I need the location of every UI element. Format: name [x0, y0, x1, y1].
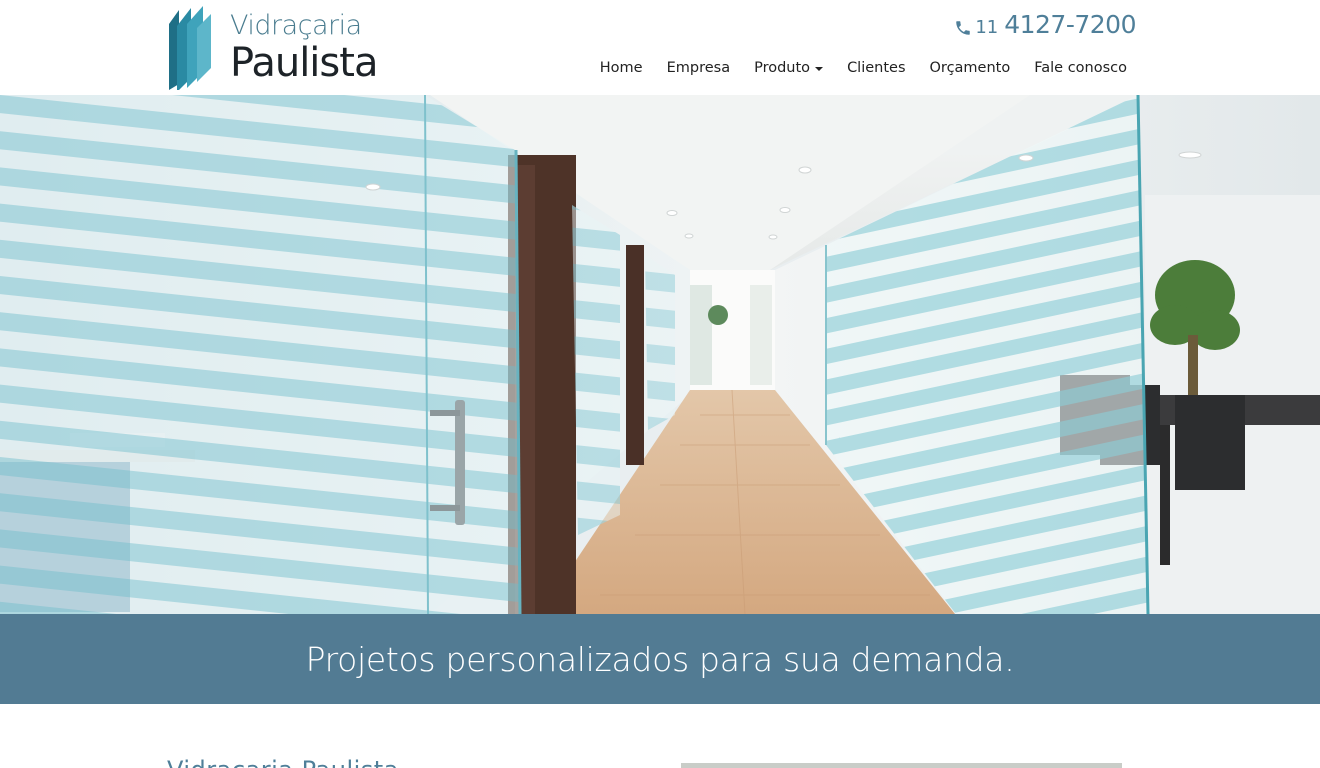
nav-fale-conosco[interactable]: Fale conosco	[1022, 58, 1137, 78]
nav-produto-dropdown[interactable]: Produto	[742, 58, 835, 78]
caret-down-icon	[815, 67, 824, 71]
site-logo[interactable]: Vidraçaria Paulista	[167, 6, 387, 90]
office-corridor-illustration	[0, 95, 1320, 614]
nav-orcamento[interactable]: Orçamento	[918, 58, 1023, 78]
nav-home-label: Home	[599, 60, 643, 76]
tagline-text: Projetos personalizados para sua demanda…	[305, 639, 1015, 679]
nav-clientes[interactable]: Clientes	[835, 58, 917, 78]
logo-text-paulista: Paulista	[230, 40, 378, 86]
logo-text-vidracaria: Vidraçaria	[230, 10, 362, 41]
nav-empresa[interactable]: Empresa	[655, 58, 743, 78]
nav-produto-label: Produto	[754, 60, 811, 76]
glass-panes-logo-icon	[169, 6, 211, 90]
section-image	[681, 763, 1122, 768]
hero-image	[0, 95, 1320, 614]
main-navigation: Home Empresa Produto Clientes Orçamento …	[588, 58, 1137, 78]
section-heading: Vidraçaria Paulista	[167, 756, 399, 768]
phone-area-code: 11	[975, 17, 999, 38]
nav-empresa-label: Empresa	[666, 60, 731, 76]
nav-orcamento-label: Orçamento	[929, 60, 1011, 76]
phone-number[interactable]: 11 4127-7200	[954, 10, 1136, 39]
tagline-banner: Projetos personalizados para sua demanda…	[0, 614, 1320, 704]
nav-home[interactable]: Home	[588, 58, 655, 78]
nav-clientes-label: Clientes	[847, 60, 906, 76]
phone-number-text: 4127-7200	[1004, 10, 1136, 39]
nav-fale-conosco-label: Fale conosco	[1034, 60, 1127, 76]
site-header: Vidraçaria Paulista 11 4127-7200 Home Em…	[0, 0, 1320, 95]
phone-icon	[956, 20, 971, 35]
